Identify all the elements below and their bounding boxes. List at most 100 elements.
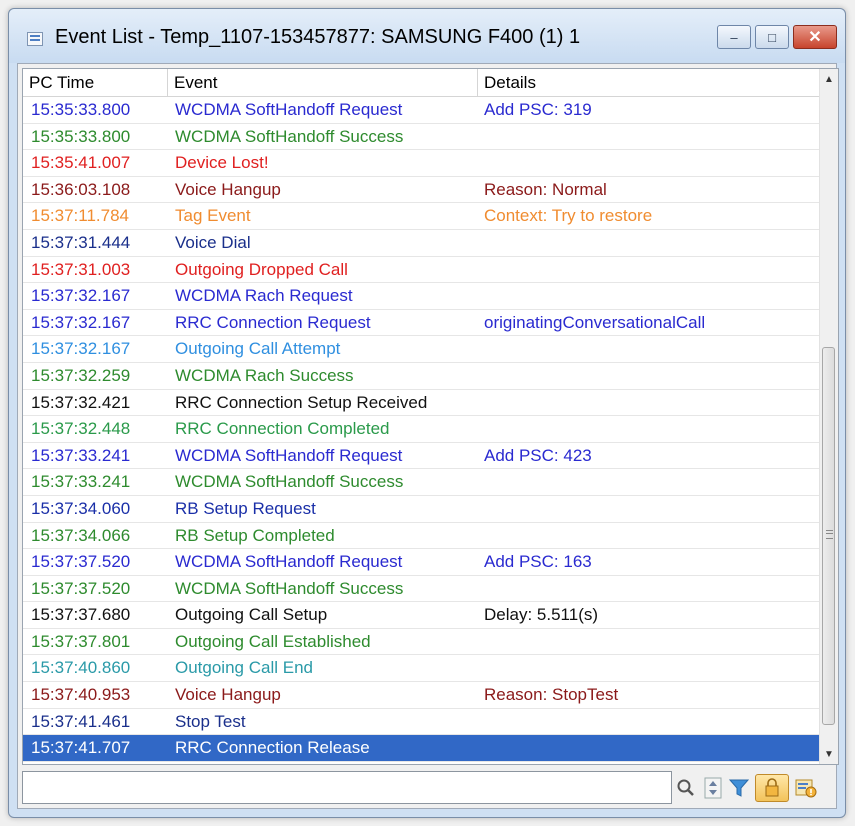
filter-input[interactable] (22, 771, 672, 804)
row-event: WCDMA SoftHandoff Success (175, 472, 404, 492)
row-time: 15:37:32.448 (31, 419, 131, 439)
table-row[interactable]: 15:37:34.066 RB Setup Completed (23, 523, 820, 550)
table-row[interactable]: 15:37:31.003 Outgoing Dropped Call (23, 257, 820, 284)
window-client: PC Time Event Details 15:35:33.800 WCDMA … (17, 63, 839, 809)
row-event: WCDMA Rach Request (175, 286, 353, 306)
row-time: 15:37:11.784 (31, 206, 129, 226)
table-row[interactable]: 15:37:33.241 WCDMA SoftHandoff Request Add… (23, 443, 820, 470)
scroll-up-icon[interactable]: ▲ (820, 69, 838, 89)
row-event: Outgoing Dropped Call (175, 259, 348, 279)
row-event: RRC Connection Setup Received (175, 392, 428, 412)
filter-bar (22, 769, 832, 809)
table-row[interactable]: 15:35:41.007 Device Lost! (23, 150, 820, 177)
window-controls: – □ ✕ (717, 25, 837, 49)
row-event: Voice Hangup (175, 685, 281, 705)
search-icon[interactable] (674, 774, 698, 802)
table-row[interactable]: 15:37:33.241 WCDMA SoftHandoff Success (23, 469, 820, 496)
row-time: 15:37:31.003 (31, 259, 131, 279)
row-event: Stop Test (175, 711, 246, 731)
row-event: Voice Dial (175, 232, 251, 252)
row-details: Context: Try to restore (484, 206, 653, 226)
row-event: RB Setup Request (175, 498, 316, 518)
table-row[interactable]: 15:37:37.801 Outgoing Call Established (23, 629, 820, 656)
table-row[interactable]: 15:37:11.784 Tag Event Context: Try to res… (23, 203, 820, 230)
scrollbar-thumb[interactable] (822, 347, 835, 725)
row-time: 15:35:33.800 (31, 100, 131, 119)
row-event: WCDMA SoftHandoff Success (175, 578, 404, 598)
minimize-button[interactable]: – (717, 25, 751, 49)
table-row[interactable]: 15:37:40.860 Outgoing Call End (23, 655, 820, 683)
row-time: 15:37:33.241 (31, 472, 131, 492)
row-details: Reason: Normal (484, 179, 607, 199)
info-icon[interactable] (794, 774, 818, 802)
row-time: 15:37:32.167 (31, 339, 131, 359)
scroll-down-icon[interactable]: ▼ (820, 744, 838, 764)
list-header: PC Time Event Details (23, 69, 820, 97)
row-details: originatingConversationalCall (484, 312, 706, 332)
lock-icon[interactable] (755, 774, 789, 802)
table-row[interactable]: 15:37:37.680 Outgoing Call Setup Delay: 5.… (23, 602, 820, 629)
window-title: Event List - Temp_1107-153457877: SAMSUN… (55, 26, 581, 48)
row-time: 15:37:32.167 (31, 286, 131, 306)
row-event: Outgoing Call End (175, 658, 313, 678)
row-event: WCDMA SoftHandoff Request (175, 100, 403, 119)
table-row[interactable]: 15:37:41.461 Stop Test (23, 709, 820, 736)
table-row[interactable]: 15:37:32.167 Outgoing Call Attempt (23, 336, 820, 363)
table-row[interactable]: 15:37:32.167 RRC Connection Request origin… (23, 310, 820, 337)
table-row[interactable]: 15:37:37.520 WCDMA SoftHandoff Request Add… (23, 549, 820, 576)
row-event: WCDMA Rach Success (175, 365, 354, 385)
row-time: 15:37:37.520 (31, 552, 131, 572)
table-row[interactable]: 15:37:32.448 RRC Connection Completed (23, 416, 820, 443)
column-header-details[interactable]: Details (478, 69, 820, 96)
row-time: 15:37:41.461 (31, 711, 131, 731)
column-header-event[interactable]: Event (168, 69, 478, 96)
table-row[interactable]: 15:37:40.953 Voice Hangup Reason: StopTest (23, 682, 820, 709)
event-rows: 15:35:33.800 WCDMA SoftHandoff Request Add… (23, 97, 820, 762)
row-details: Add PSC: 423 (484, 445, 592, 465)
row-time: 15:37:32.421 (31, 392, 131, 412)
list-icon (27, 32, 43, 46)
row-time: 15:36:03.108 (31, 179, 131, 199)
row-time: 15:37:40.860 (31, 658, 131, 678)
table-row[interactable]: 15:37:32.167 WCDMA Rach Request (23, 283, 820, 310)
funnel-icon[interactable] (727, 774, 751, 802)
row-event: RRC Connection Request (175, 312, 371, 332)
row-event: WCDMA SoftHandoff Request (175, 552, 403, 572)
vertical-scrollbar[interactable]: ▲ ▼ (819, 69, 838, 764)
row-time: 15:37:32.259 (31, 365, 131, 385)
table-row[interactable]: 15:35:33.800 WCDMA SoftHandoff Success (23, 124, 820, 151)
table-row[interactable]: 15:37:37.520 WCDMA SoftHandoff Success (23, 576, 820, 603)
row-event: Outgoing Call Established (175, 631, 371, 651)
maximize-button[interactable]: □ (755, 25, 789, 49)
row-event: WCDMA SoftHandoff Request (175, 445, 403, 465)
row-details: Delay: 5.511(s) (484, 605, 599, 625)
row-time: 15:37:34.066 (31, 525, 131, 545)
column-header-pc-time[interactable]: PC Time (23, 69, 168, 96)
row-event: RRC Connection Completed (175, 419, 390, 439)
close-button[interactable]: ✕ (793, 25, 837, 49)
event-list-window: Event List - Temp_1107-153457877: SAMSUN… (8, 8, 846, 818)
row-time: 15:35:41.007 (31, 153, 131, 173)
table-row[interactable]: 15:37:34.060 RB Setup Request (23, 496, 820, 523)
row-time: 15:35:33.800 (31, 126, 131, 146)
row-event: RB Setup Completed (175, 525, 335, 545)
row-details: Reason: StopTest (484, 685, 619, 705)
row-event: WCDMA SoftHandoff Success (175, 126, 404, 146)
table-row[interactable]: 15:37:32.259 WCDMA Rach Success (23, 363, 820, 390)
table-row[interactable]: 15:37:31.444 Voice Dial (23, 230, 820, 257)
row-time: 15:37:34.060 (31, 498, 131, 518)
table-row[interactable]: 15:36:03.108 Voice Hangup Reason: Normal (23, 177, 820, 204)
row-time: 15:37:37.680 (31, 605, 131, 625)
row-event: Voice Hangup (175, 179, 281, 199)
table-row[interactable]: 15:37:32.421 RRC Connection Setup Receive… (23, 390, 820, 417)
row-time: 15:37:40.953 (31, 685, 131, 705)
table-row[interactable]: 15:37:41.707 RRC Connection Release (23, 735, 820, 762)
stepper-icon[interactable] (702, 774, 724, 802)
row-time: 15:37:37.520 (31, 578, 131, 598)
row-event: Outgoing Call Setup (175, 605, 328, 625)
row-time: 15:37:37.801 (31, 631, 131, 651)
event-list[interactable]: PC Time Event Details 15:35:33.800 WCDMA … (22, 68, 839, 765)
row-event: RRC Connection Release (175, 738, 370, 758)
table-row[interactable]: 15:35:33.800 WCDMA SoftHandoff Request Add… (23, 97, 820, 124)
title-bar[interactable]: Event List - Temp_1107-153457877: SAMSUN… (9, 9, 845, 63)
